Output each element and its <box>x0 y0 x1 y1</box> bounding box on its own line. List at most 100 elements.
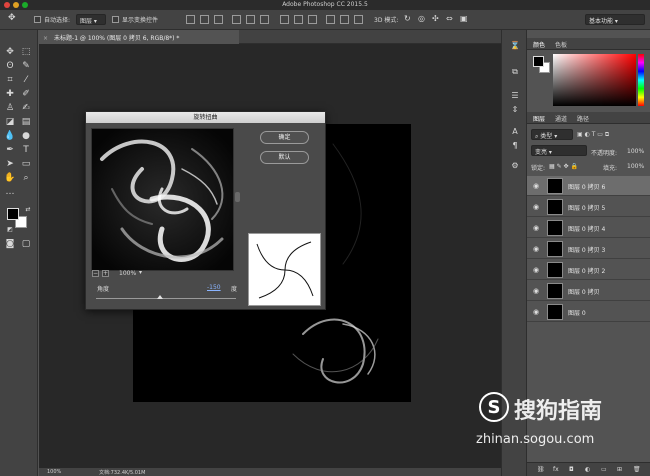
pen-tool-icon[interactable]: ✒ <box>4 144 16 156</box>
distribute-bottom-icon[interactable] <box>308 15 317 24</box>
color-spectrum-field[interactable] <box>553 54 636 106</box>
align-bottom-icon[interactable] <box>214 15 223 24</box>
visibility-eye-icon[interactable]: ◉ <box>533 308 541 316</box>
dodge-tool-icon[interactable]: ● <box>20 130 32 142</box>
tool-presets-icon[interactable]: ⚙ <box>509 160 521 172</box>
document-tab[interactable]: × 未标题-1 @ 100% (图层 0 拷贝 6, RGB/8*) * <box>39 30 239 44</box>
zoom-in-button[interactable]: + <box>102 270 109 277</box>
close-tab-icon[interactable]: × <box>43 35 48 42</box>
scale-3d-icon[interactable]: ▣ <box>460 14 468 23</box>
eyedropper-tool-icon[interactable]: ⁄ <box>20 74 32 86</box>
clone-stamp-tool-icon[interactable]: ♙ <box>4 102 16 114</box>
chevron-down-icon[interactable]: ▾ <box>139 269 142 276</box>
color-panel-foreground[interactable] <box>533 56 544 67</box>
dialog-scrollbar[interactable] <box>235 192 240 202</box>
align-top-icon[interactable] <box>186 15 195 24</box>
visibility-eye-icon[interactable]: ◉ <box>533 203 541 211</box>
layer-row[interactable]: ◉ 图层 0 拷贝 2 <box>527 260 650 280</box>
link-layers-icon[interactable]: ⛓ <box>537 466 545 473</box>
layer-row[interactable]: ◉ 图层 0 <box>527 302 650 322</box>
brush-tool-icon[interactable]: ✐ <box>20 88 32 100</box>
character-panel-icon[interactable]: A <box>509 126 521 138</box>
zoom-out-button[interactable]: − <box>92 270 99 277</box>
eraser-tool-icon[interactable]: ◪ <box>4 116 16 128</box>
quick-mask-icon[interactable]: ◙ <box>4 238 16 250</box>
layer-style-icon[interactable]: fx <box>553 466 559 473</box>
status-zoom[interactable]: 100% <box>47 469 61 475</box>
visibility-eye-icon[interactable]: ◉ <box>533 224 541 232</box>
visibility-eye-icon[interactable]: ◉ <box>533 182 541 190</box>
ok-button[interactable]: 确定 <box>260 131 309 144</box>
pan-3d-icon[interactable]: ✣ <box>432 14 439 23</box>
hand-tool-icon[interactable]: ✋ <box>4 172 16 184</box>
history-brush-tool-icon[interactable]: ✍ <box>20 102 32 114</box>
foreground-color-swatch[interactable] <box>7 208 19 220</box>
angle-slider-thumb[interactable] <box>157 295 164 299</box>
align-hcenter-icon[interactable] <box>246 15 255 24</box>
visibility-eye-icon[interactable]: ◉ <box>533 287 541 295</box>
layer-row[interactable]: ◉ 图层 0 拷贝 6 <box>527 176 650 196</box>
auto-select-checkbox[interactable] <box>34 16 41 23</box>
path-select-tool-icon[interactable]: ➤ <box>4 158 16 170</box>
tab-swatches[interactable]: 色板 <box>555 40 567 49</box>
layer-row[interactable]: ◉ 图层 0 拷贝 5 <box>527 197 650 217</box>
gradient-tool-icon[interactable]: ▤ <box>20 116 32 128</box>
add-mask-icon[interactable]: ◘ <box>569 466 574 473</box>
move-tool-icon[interactable]: ✥ <box>4 46 16 58</box>
history-panel-icon[interactable]: ⌛ <box>509 40 521 52</box>
distribute-left-icon[interactable] <box>326 15 335 24</box>
blend-mode-dropdown[interactable]: 变亮 ▾ <box>531 145 587 156</box>
opacity-value[interactable]: 100% <box>627 148 644 155</box>
angle-value-input[interactable]: -150 <box>207 284 221 291</box>
delete-layer-icon[interactable]: 🗑 <box>633 466 641 473</box>
tab-channels[interactable]: 通道 <box>555 114 567 123</box>
quick-select-tool-icon[interactable]: ✎ <box>20 60 32 72</box>
default-colors-icon[interactable]: ◩ <box>4 224 16 236</box>
distribute-right-icon[interactable] <box>354 15 363 24</box>
layer-row[interactable]: ◉ 图层 0 拷贝 3 <box>527 239 650 259</box>
more-tools-icon[interactable]: … <box>4 186 16 198</box>
marquee-tool-icon[interactable]: ⬚ <box>20 46 32 58</box>
info-panel-icon[interactable]: ⇕ <box>509 104 521 116</box>
screen-mode-icon[interactable]: ▢ <box>20 238 32 250</box>
type-tool-icon[interactable]: T <box>20 144 32 156</box>
adjustments-panel-icon[interactable]: ☰ <box>509 90 521 102</box>
align-vcenter-icon[interactable] <box>200 15 209 24</box>
tab-color[interactable]: 颜色 <box>533 40 545 49</box>
align-left-icon[interactable] <box>232 15 241 24</box>
auto-select-target-dropdown[interactable]: 图层 ▾ <box>76 14 106 25</box>
hue-slider[interactable] <box>638 54 644 106</box>
align-right-icon[interactable] <box>260 15 269 24</box>
show-transform-checkbox[interactable] <box>112 16 119 23</box>
properties-panel-icon[interactable]: ⧉ <box>509 66 521 78</box>
rotate-3d-icon[interactable]: ↻ <box>404 14 411 23</box>
healing-brush-tool-icon[interactable]: ✚ <box>4 88 16 100</box>
layer-row[interactable]: ◉ 图层 0 拷贝 <box>527 281 650 301</box>
adjustment-layer-icon[interactable]: ◐ <box>585 466 590 473</box>
angle-slider-track[interactable] <box>96 298 236 299</box>
distribute-hcenter-icon[interactable] <box>340 15 349 24</box>
new-group-icon[interactable]: ▭ <box>601 466 607 473</box>
crop-tool-icon[interactable]: ⌗ <box>4 74 16 86</box>
kind-filter-dropdown[interactable]: ⌕ 类型 ▾ <box>531 129 573 140</box>
move-tool-icon[interactable]: ✥ <box>8 13 16 23</box>
tab-paths[interactable]: 路径 <box>577 114 589 123</box>
blur-tool-icon[interactable]: 💧 <box>4 130 16 142</box>
visibility-eye-icon[interactable]: ◉ <box>533 266 541 274</box>
default-button[interactable]: 默认 <box>260 151 309 164</box>
new-layer-icon[interactable]: ⊞ <box>617 466 622 473</box>
swap-colors-icon[interactable]: ⇄ <box>22 204 34 216</box>
workspace-dropdown[interactable]: 基本功能 ▾ <box>585 14 645 25</box>
tab-layers[interactable]: 图层 <box>533 114 545 123</box>
distribute-top-icon[interactable] <box>280 15 289 24</box>
filter-preview[interactable] <box>91 128 234 271</box>
layer-row[interactable]: ◉ 图层 0 拷贝 4 <box>527 218 650 238</box>
slide-3d-icon[interactable]: ⇔ <box>446 14 453 23</box>
lasso-tool-icon[interactable]: ʘ <box>4 60 16 72</box>
zoom-tool-icon[interactable]: ⌕ <box>20 172 32 184</box>
filter-icons[interactable]: ▣ ◐ T ▭ ⧉ <box>577 131 609 139</box>
paragraph-panel-icon[interactable]: ¶ <box>509 140 521 152</box>
visibility-eye-icon[interactable]: ◉ <box>533 245 541 253</box>
shape-tool-icon[interactable]: ▭ <box>20 158 32 170</box>
lock-icons[interactable]: ▦ ✎ ✥ 🔒 <box>549 163 578 170</box>
